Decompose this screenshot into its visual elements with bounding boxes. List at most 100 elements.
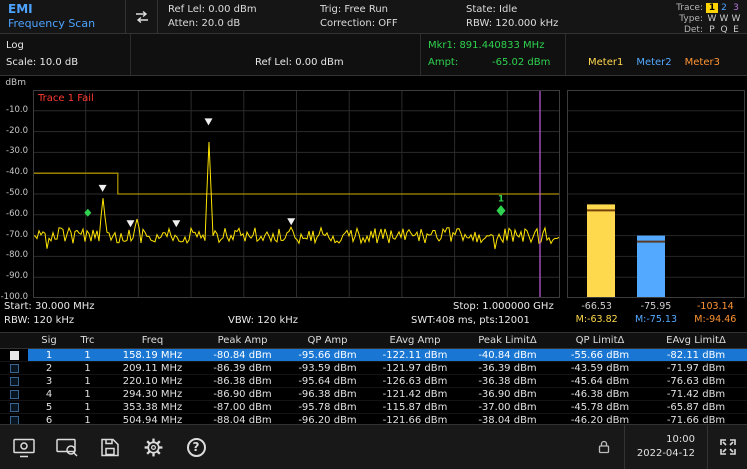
row-checkbox[interactable] — [10, 364, 19, 373]
signal-table-row[interactable]: 11158.19 MHz-80.84 dBm-95.66 dBm-122.11 … — [0, 349, 747, 362]
table-cell: -36.90 dBm — [460, 388, 555, 400]
table-cell: 353.38 MHz — [105, 401, 200, 413]
state-readout: State: Idle — [466, 3, 621, 17]
table-cell: -43.59 dBm — [555, 362, 645, 374]
table-cell: 5 — [28, 401, 70, 413]
signal-table-row[interactable]: 31220.10 MHz-86.38 dBm-95.64 dBm-126.63 … — [0, 375, 747, 388]
stop-freq-readout: Stop: 1.000000 GHz — [453, 301, 554, 312]
table-cell: 6 — [28, 414, 70, 424]
scale-readout: Scale: 10.0 dB — [6, 57, 78, 68]
bottom-toolbar: ? 10:00 2022-04-12 — [0, 424, 747, 469]
settings-gear-icon[interactable] — [134, 430, 172, 464]
y-axis-tick: -50.0 — [6, 188, 28, 198]
table-cell: -96.38 dBm — [285, 388, 370, 400]
continuous-sweep-icon[interactable] — [126, 0, 158, 33]
checkbox-cell — [0, 362, 28, 374]
save-file-icon[interactable] — [91, 430, 129, 464]
trace-status-value[interactable]: 1 — [706, 3, 718, 13]
table-cell: -45.64 dBm — [555, 375, 645, 387]
meter-limit-value: M:-63.82 — [567, 314, 626, 325]
meter-value: -66.53 — [567, 301, 626, 312]
mode-selector[interactable]: EMI Frequency Scan — [0, 0, 126, 33]
row-checkbox[interactable] — [10, 403, 19, 412]
lock-icon — [598, 440, 610, 454]
table-cell: 2 — [28, 362, 70, 374]
y-axis-unit: dBm — [5, 78, 26, 88]
rbw-readout: RBW: 120 kHz — [4, 315, 74, 326]
clock-display: 10:00 2022-04-12 — [624, 425, 707, 469]
divider — [420, 34, 421, 75]
table-cell: -126.63 dBm — [370, 375, 460, 387]
meter-limit-value: M:-75.13 — [626, 314, 685, 325]
table-cell: 1 — [70, 414, 105, 424]
table-cell: -46.38 dBm — [555, 388, 645, 400]
column-header: EAvg LimitΔ — [645, 333, 747, 348]
correction-readout: Correction: OFF — [320, 17, 446, 31]
signal-table-row[interactable]: 21209.11 MHz-86.39 dBm-93.59 dBm-121.97 … — [0, 362, 747, 375]
meter-tabs: Meter1 Meter2 Meter3 — [588, 57, 720, 68]
y-axis-tick: -70.0 — [6, 230, 28, 240]
trigger-readout: Trig: Free Run — [320, 3, 446, 17]
fullscreen-icon[interactable] — [707, 425, 747, 469]
signal-table-row[interactable]: 61504.94 MHz-88.04 dBm-96.20 dBm-121.66 … — [0, 414, 747, 424]
row-checkbox[interactable] — [10, 351, 19, 360]
column-header: EAvg Amp — [370, 333, 460, 348]
table-cell: -86.38 dBm — [200, 375, 285, 387]
column-header: Trc — [70, 333, 105, 348]
trace-status-row: Trace:123 — [669, 3, 742, 13]
help-glyph: ? — [187, 438, 206, 457]
ref-level-readout: Ref Lel: 0.00 dBm — [168, 3, 300, 17]
trace-status-value[interactable]: W — [718, 14, 730, 24]
meter-tab-2[interactable]: Meter2 — [636, 57, 671, 68]
meter-limit-values-row: M:-63.82M:-75.13M:-94.46 — [567, 314, 745, 325]
preview-zoom-icon[interactable] — [48, 430, 86, 464]
spectrum-plot[interactable]: 1 — [33, 90, 560, 298]
row-checkbox[interactable] — [10, 377, 19, 386]
svg-text:1: 1 — [498, 195, 504, 205]
trace-status-value[interactable]: W — [706, 14, 718, 24]
trace-status-table[interactable]: Trace:123Type:WWWDet:PQE — [669, 3, 742, 36]
table-cell: 504.94 MHz — [105, 414, 200, 424]
meter-tab-1[interactable]: Meter1 — [588, 57, 623, 68]
table-header-row: SigTrcFreqPeak AmpQP AmpEAvg AmpPeak Lim… — [0, 333, 747, 349]
checkbox-column-header — [0, 333, 28, 348]
meter-value: -75.95 — [626, 301, 685, 312]
trace-status-row: Type:WWW — [669, 14, 742, 24]
table-cell: -88.04 dBm — [200, 414, 285, 424]
table-cell: -115.87 dBm — [370, 401, 460, 413]
state-status-group: State: Idle RBW: 120.000 kHz — [456, 0, 631, 33]
column-header: Freq — [105, 333, 200, 348]
table-cell: 1 — [70, 388, 105, 400]
sweep-time-readout: SWT:408 ms, pts:12001 — [411, 315, 530, 326]
trace-status-label: Type: — [669, 14, 703, 24]
row-checkbox[interactable] — [10, 416, 19, 425]
table-cell: -36.39 dBm — [460, 362, 555, 374]
meter-tab-3[interactable]: Meter3 — [685, 57, 720, 68]
screenshot-icon[interactable] — [5, 430, 43, 464]
vbw-readout: VBW: 120 kHz — [228, 315, 298, 326]
meter-value: -103.14 — [686, 301, 745, 312]
trace-status-value[interactable]: 2 — [718, 3, 730, 13]
table-cell: -46.20 dBm — [555, 414, 645, 424]
settings-bar: Log Scale: 10.0 dB Ref Lel: 0.00 dBm Mkr… — [0, 34, 747, 76]
checkbox-cell — [0, 414, 28, 424]
limit-fail-indicator: Trace 1 Fail — [38, 93, 94, 104]
help-icon[interactable]: ? — [177, 430, 215, 464]
signal-table-row[interactable]: 51353.38 MHz-87.00 dBm-95.78 dBm-115.87 … — [0, 401, 747, 414]
trace-status-value[interactable]: W — [730, 14, 742, 24]
signal-table-row[interactable]: 41294.30 MHz-86.90 dBm-96.38 dBm-121.42 … — [0, 388, 747, 401]
checkbox-cell — [0, 349, 28, 361]
meter-bars-panel — [567, 90, 745, 298]
row-checkbox[interactable] — [10, 390, 19, 399]
table-cell: -82.11 dBm — [645, 349, 747, 361]
table-body: 11158.19 MHz-80.84 dBm-95.66 dBm-122.11 … — [0, 349, 747, 424]
marker-ampt-label: Ampt: — [428, 57, 458, 68]
table-cell: 220.10 MHz — [105, 375, 200, 387]
trace-status-value[interactable]: 3 — [730, 3, 742, 13]
marker-ampt-value: -65.02 dBm — [492, 57, 550, 68]
table-cell: -37.00 dBm — [460, 401, 555, 413]
divider — [565, 34, 566, 75]
table-cell: -80.84 dBm — [200, 349, 285, 361]
divider — [130, 34, 131, 75]
y-axis-tick: -40.0 — [6, 167, 28, 177]
